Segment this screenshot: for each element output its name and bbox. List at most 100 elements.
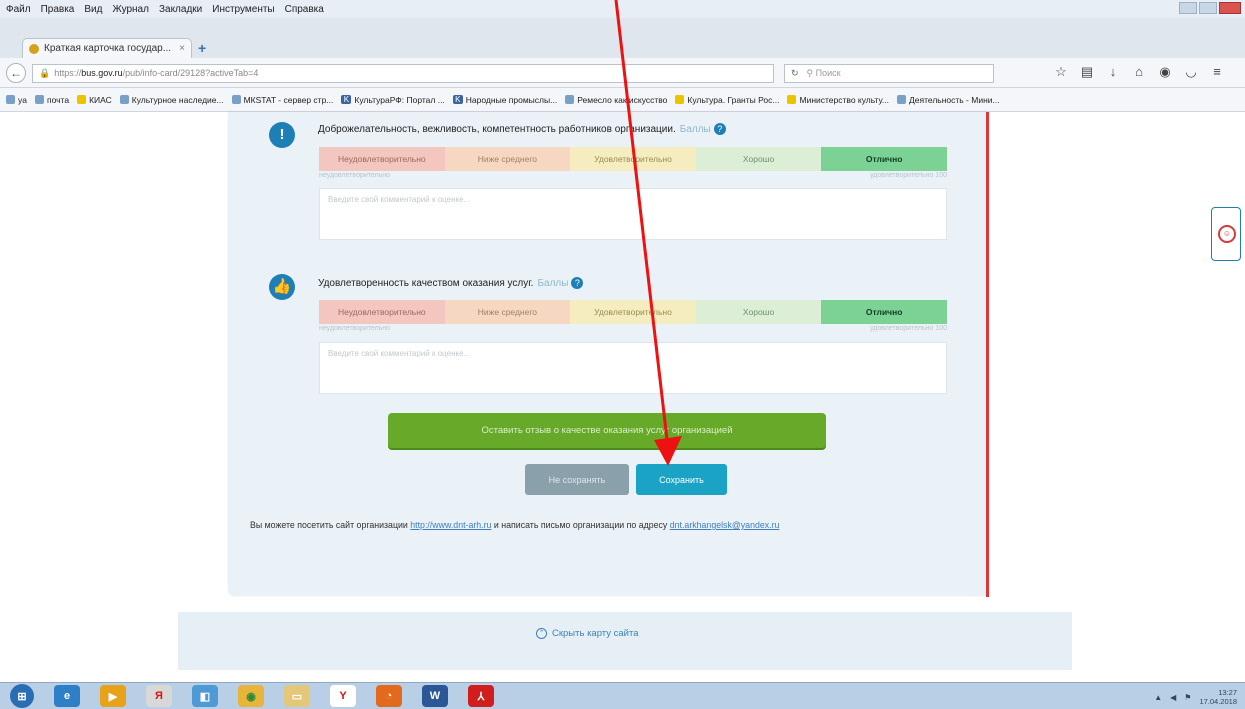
comment-field[interactable]: Введите свой комментарий к оценке... [319,188,947,240]
folder-icon[interactable]: ▭ [284,685,310,707]
sitemap-panel [178,612,1072,670]
bookmark-item[interactable]: Культурное наследие... [119,95,224,105]
menu-edit[interactable]: Правка [41,4,75,15]
start-button-icon[interactable]: ⊞ [10,684,34,708]
bookmark-k-icon [675,95,685,104]
organization-site-link[interactable]: http://www.dnt-arh.ru [410,520,491,530]
explorer-icon[interactable]: ◧ [192,685,218,707]
back-button[interactable]: ← [6,63,26,83]
sync-icon[interactable]: ◉ [1158,64,1172,80]
rating-option-unsatisfactory[interactable]: Неудовлетворительно [319,147,445,171]
bookmark-item[interactable]: почта [34,95,69,105]
bookmark-icon [34,95,44,104]
page-content: ! Доброжелательность, вежливость, компет… [0,112,1245,670]
bookmark-item[interactable]: Ремесло как искусство [565,95,667,105]
organization-email-link[interactable]: dnt.arkhangelsk@yandex.ru [670,520,780,530]
media-icon[interactable]: ▶ [100,685,126,707]
tab-bar: Краткая карточка государ... × + [0,18,1245,58]
red-border-accent [986,112,989,597]
close-tab-icon[interactable]: × [179,43,185,54]
new-tab-icon[interactable]: + [198,40,206,56]
leave-review-button[interactable]: Оставить отзыв о качестве оказания услуг… [388,413,826,448]
rating-scale: Неудовлетворительно Ниже среднего Удовле… [319,147,947,171]
bookmark-item[interactable]: КИАС [77,95,112,105]
browser-tab[interactable]: Краткая карточка государ... × [22,38,192,58]
bookmark-icon [119,95,129,104]
feedback-icon: ☺ [1218,225,1236,243]
bookmark-item[interactable]: МКSTAT - сервер стр... [231,95,333,105]
bookmark-item[interactable]: Министерство культу... [787,95,889,105]
menu-bookmarks[interactable]: Закладки [159,4,202,15]
reload-icon[interactable]: ↻ [791,68,799,78]
bookmark-icon [565,95,575,104]
window-controls [1179,2,1241,14]
url-path: /pub/info-card/29128?activeTab=4 [122,68,259,78]
bookmark-icon [787,95,797,104]
pdf-icon[interactable]: ⅄ [468,685,494,707]
rating-option-unsatisfactory[interactable]: Неудовлетворительно [319,300,445,324]
menu-file[interactable]: Файл [6,4,31,15]
yandex-browser-icon[interactable]: Y [330,685,356,707]
side-feedback-widget[interactable]: ☺ [1211,207,1241,261]
menu-help[interactable]: Справка [285,4,324,15]
tray-network-icon[interactable]: ▲ [1154,693,1162,702]
bookmark-icon [77,95,87,104]
maximize-button[interactable] [1199,2,1217,14]
rating-option-below-average[interactable]: Ниже среднего [444,300,571,324]
menu-view[interactable]: Вид [84,4,102,15]
bookmark-item[interactable]: K КультураРФ: Портал ... [341,95,445,105]
help-icon[interactable]: ? [571,277,584,289]
toolbar-icons: ☆ ▤ ↓ ⌂ ◉ ◡ ≡ [1054,64,1224,80]
question-title: Удовлетворенность качеством оказания усл… [318,277,584,289]
save-button[interactable]: Сохранить [636,464,727,495]
bookmark-item[interactable]: K Народные промыслы... [452,95,557,105]
rating-option-excellent[interactable]: Отлично [821,147,947,171]
score-label: Баллы [679,124,711,135]
menu-bar: Файл Правка Вид Журнал Закладки Инструме… [0,0,1245,18]
pocket-icon[interactable]: ◡ [1184,64,1198,80]
bookmarks-bar: ya почта КИАС Культурное наследие... МКS… [0,88,1245,112]
comment-field[interactable]: Введите свой комментарий к оценке... [319,342,947,394]
scale-hint: неудовлетворительно удовлетворительно 100 [319,325,947,332]
bookmark-item[interactable]: Культура. Гранты Рос... [675,95,779,105]
bookmark-item[interactable]: Деятельность - Мини... [896,95,1000,105]
visit-site-text: Вы можете посетить сайт организации http… [250,520,780,530]
clock[interactable]: 13:27 17.04.2018 [1199,688,1237,706]
dont-save-button[interactable]: Не сохранять [525,464,629,495]
word-icon[interactable]: W [422,685,448,707]
taskbar: ⊞ e ▶ Я ◧ ◉ ▭ Y ◔ W ⅄ ▲ ◀ ⚑ 13:27 17.04.… [0,682,1245,709]
address-bar[interactable]: 🔒 https://bus.gov.ru/pub/info-card/29128?… [32,64,774,83]
close-window-button[interactable] [1219,2,1241,14]
search-placeholder: Поиск [815,68,841,78]
tray-flag-icon[interactable]: ⚑ [1184,693,1191,702]
library-icon[interactable]: ▤ [1080,64,1094,80]
menu-history[interactable]: Журнал [112,4,149,15]
thumbs-up-icon: 👍 [269,274,295,300]
minimize-button[interactable] [1179,2,1197,14]
bookmark-star-icon[interactable]: ☆ [1054,64,1068,80]
yandex-icon[interactable]: Я [146,685,172,707]
downloads-icon[interactable]: ↓ [1106,64,1120,80]
bookmark-k-icon: K [452,95,463,104]
bookmark-item[interactable]: ya [6,95,27,105]
menu-tools[interactable]: Инструменты [212,4,274,15]
help-icon[interactable]: ? [713,123,726,135]
rating-option-good[interactable]: Хорошо [695,300,822,324]
navigation-bar: ← 🔒 https://bus.gov.ru/pub/info-card/2912… [0,58,1245,88]
firefox-icon[interactable]: ◔ [376,685,402,707]
chrome-icon[interactable]: ◉ [238,685,264,707]
hide-sitemap-link[interactable]: ⌃ Скрыть карту сайта [536,628,639,639]
rating-option-satisfactory[interactable]: Удовлетворительно [570,147,696,171]
rating-option-below-average[interactable]: Ниже среднего [444,147,571,171]
home-icon[interactable]: ⌂ [1132,64,1146,80]
bookmark-icon [231,95,241,104]
hamburger-menu-icon[interactable]: ≡ [1210,64,1224,80]
info-icon: ! [269,122,295,148]
rating-option-good[interactable]: Хорошо [695,147,822,171]
rating-option-excellent[interactable]: Отлично [821,300,947,324]
tray-volume-icon[interactable]: ◀ [1170,693,1176,702]
ie-icon[interactable]: e [54,685,80,707]
rating-option-satisfactory[interactable]: Удовлетворительно [570,300,696,324]
collapse-icon: ⌃ [536,628,547,639]
search-input[interactable]: ↻ ⚲ Поиск [784,64,994,83]
